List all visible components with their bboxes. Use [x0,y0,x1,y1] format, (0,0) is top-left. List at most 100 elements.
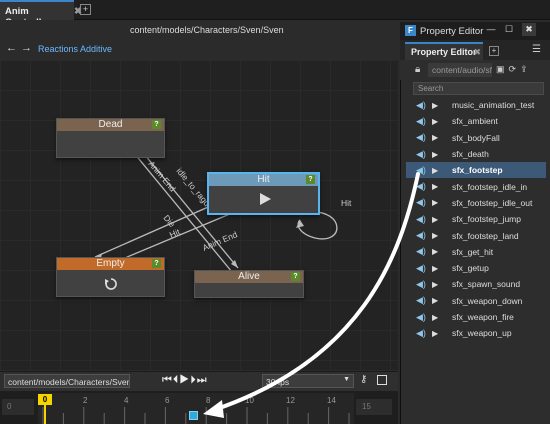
tick-label: 8 [206,396,211,405]
playback-controls[interactable]: ⏮⏴▶⏵⏭ [162,374,208,387]
tick-label: 12 [286,396,295,405]
list-item[interactable]: ◀) ▶ sfx_footstep_jump [406,211,546,227]
speaker-icon: ◀) [416,132,426,143]
list-item[interactable]: ◀) ▶ sfx_getup [406,260,546,276]
list-item[interactable]: ◀) ▶ sfx_get_hit [406,244,546,260]
transition-label: Anim End [146,159,178,194]
play-icon[interactable]: ▶ [432,133,442,142]
item-label: sfx_weapon_fire [452,312,514,322]
node-title: Hit [209,174,318,186]
close-icon[interactable]: ✖ [473,47,481,58]
play-icon[interactable]: ▶ [432,101,442,110]
list-item[interactable]: ◀) ▶ sfx_footstep [406,162,546,179]
item-label: music_animation_test [452,100,535,111]
speaker-icon: ◀) [416,246,426,257]
play-icon[interactable]: ▶ [432,117,442,126]
end-frame-field[interactable]: 15 [356,399,392,415]
speaker-icon: ◀) [416,262,426,273]
folder-up-icon[interactable]: ⇪ [520,64,532,74]
tick-label: 10 [245,396,254,405]
help-badge-icon[interactable]: ? [306,175,315,184]
speaker-icon: ◀) [416,213,426,224]
tab-label: Property Editor [411,47,477,57]
speaker-icon: ◀) [416,181,426,192]
list-item[interactable]: ◀) ▶ sfx_weapon_fire [406,309,546,325]
play-icon[interactable]: ▶ [432,264,442,273]
timeline-asset-dropdown[interactable]: content/models/Characters/Sven/ [4,374,130,388]
state-node-alive[interactable]: Alive ? [194,270,304,298]
event-marker[interactable] [189,411,198,420]
tick-label: 4 [124,396,129,405]
back-arrow-icon[interactable]: ← [6,42,17,54]
tick-label: 2 [83,396,88,405]
lock-icon[interactable]: 🔒︎ [415,64,424,75]
search-input[interactable]: Search [413,82,544,95]
speaker-icon: ◀) [416,99,426,110]
play-icon[interactable]: ▶ [432,329,442,338]
add-tab-button[interactable]: + [80,4,91,15]
node-title: Dead [57,119,164,131]
item-label: sfx_getup [452,263,489,274]
item-label: sfx_footstep_jump [452,214,521,225]
play-icon[interactable]: ▶ [432,182,442,191]
speaker-icon: ◀) [416,197,426,208]
list-item[interactable]: ◀) ▶ sfx_ambient [406,113,546,129]
list-item[interactable]: ◀) ▶ sfx_weapon_up [406,325,546,341]
play-icon[interactable]: ▶ [432,247,442,256]
forward-arrow-icon[interactable]: → [21,42,32,54]
list-item[interactable]: ◀) ▶ sfx_bodyFall [406,130,546,146]
item-label: sfx_footstep_idle_out [452,197,533,208]
list-item[interactable]: ◀) ▶ music_animation_test [406,97,546,113]
state-node-empty[interactable]: Empty ? [56,257,165,297]
playhead-handle[interactable]: 0 [38,394,52,405]
tab-property-editor[interactable]: Property Editor ✖ [405,42,483,60]
play-icon[interactable]: ▶ [432,296,442,305]
speaker-icon: ◀) [416,230,426,241]
play-icon[interactable]: ▶ [432,280,442,289]
state-node-hit[interactable]: Hit ? [207,172,320,215]
speaker-icon: ◀) [416,311,426,322]
play-icon[interactable]: ▶ [432,313,442,322]
chevron-down-icon: ▼ [343,376,350,383]
speaker-icon: ◀) [416,278,426,289]
tab-anim-controller[interactable]: Anim Controller ✖ [0,0,82,28]
menu-icon[interactable]: ☰ [532,44,541,55]
close-icon[interactable]: ✖ [522,23,536,36]
breadcrumb[interactable]: Reactions Additive [38,44,112,54]
list-item[interactable]: ◀) ▶ sfx_footstep_land [406,227,546,243]
node-title: Empty [57,258,164,270]
item-label: sfx_footstep [452,165,503,176]
minimize-icon[interactable]: — [484,23,498,36]
list-item[interactable]: ◀) ▶ sfx_footstep_idle_in [406,178,546,194]
sound-list: ◀) ▶ music_animation_test ◀) ▶ sfx_ambient ◀) ▶… [406,97,546,341]
maximize-icon[interactable]: ☐ [502,23,516,36]
speaker-icon: ◀) [416,148,426,159]
start-frame-field[interactable]: 0 [2,399,34,415]
item-label: sfx_bodyFall [452,132,500,143]
playhead-line [44,405,46,424]
key-icon[interactable]: ⚷ [360,374,372,387]
film-icon[interactable] [377,375,387,385]
add-tab-button[interactable]: + [489,46,499,56]
help-badge-icon[interactable]: ? [152,120,161,129]
folder-path-field[interactable]: content/audio/sfx [428,63,492,77]
list-item[interactable]: ◀) ▶ sfx_weapon_down [406,293,546,309]
save-icon[interactable]: ▣ [496,64,509,74]
play-icon[interactable]: ▶ [432,231,442,240]
list-item[interactable]: ◀) ▶ sfx_footstep_idle_out [406,195,546,211]
help-badge-icon[interactable]: ? [291,272,300,281]
play-icon[interactable]: ▶ [432,150,442,159]
item-label: sfx_footstep_idle_in [452,181,528,192]
state-node-dead[interactable]: Dead ? [56,118,165,158]
refresh-icon[interactable]: ⟳ [509,64,521,74]
play-icon[interactable] [258,192,272,206]
help-badge-icon[interactable]: ? [152,259,161,268]
play-icon[interactable]: ▶ [432,198,442,207]
tick-label: 14 [327,396,336,405]
app-logo-icon: F [405,25,416,36]
fps-select[interactable]: 30 fps ▼ [262,374,354,388]
play-icon[interactable]: ▶ [432,166,442,175]
list-item[interactable]: ◀) ▶ sfx_death [406,146,546,162]
list-item[interactable]: ◀) ▶ sfx_spawn_sound [406,276,546,292]
play-icon[interactable]: ▶ [432,215,442,224]
